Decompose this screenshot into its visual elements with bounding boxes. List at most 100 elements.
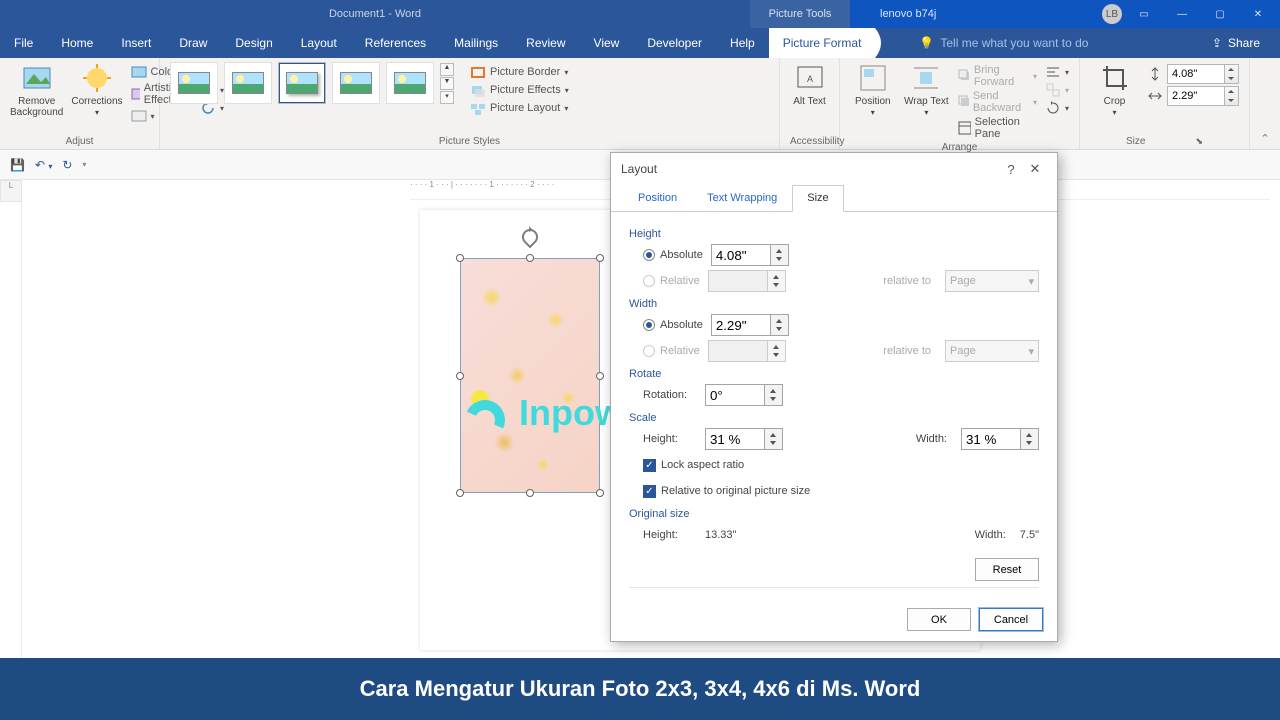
checkbox-checked-icon: ✓ (643, 459, 656, 472)
group-button[interactable]: ▾ (1045, 82, 1069, 98)
vertical-ruler[interactable] (0, 202, 22, 658)
picture-effects-button[interactable]: Picture Effects ▾ (470, 82, 569, 98)
rotation-input[interactable] (705, 384, 765, 406)
size-dialog-launcher-icon[interactable]: ⬊ (1195, 136, 1203, 147)
collapse-ribbon-icon[interactable]: ⌃ (1260, 132, 1269, 145)
alt-text-button[interactable]: A Alt Text (790, 62, 829, 107)
position-button[interactable]: Position▾ (850, 62, 896, 118)
resize-handle[interactable] (596, 254, 604, 262)
tab-help[interactable]: Help (716, 28, 769, 58)
spinner-icon[interactable] (771, 244, 789, 266)
tell-me-search[interactable]: 💡 Tell me what you want to do (919, 36, 1088, 50)
close-icon[interactable]: ✕ (1242, 0, 1274, 28)
width-relative-radio[interactable]: Relative (643, 345, 700, 357)
gallery-up-icon[interactable]: ▲ (440, 63, 454, 76)
remove-background-label: Remove Background (10, 96, 63, 118)
crop-button[interactable]: Crop▾ (1090, 62, 1139, 118)
scale-width-input[interactable] (961, 428, 1021, 450)
tab-draw[interactable]: Draw (165, 28, 221, 58)
style-option[interactable] (170, 62, 218, 104)
help-icon[interactable]: ? (999, 162, 1023, 177)
remove-background-button[interactable]: Remove Background (10, 62, 63, 118)
resize-handle[interactable] (456, 254, 464, 262)
spinner-icon[interactable] (765, 428, 783, 450)
spinner-icon[interactable] (765, 384, 783, 406)
spinner-icon[interactable] (1225, 86, 1239, 106)
rotate-button[interactable]: ▾ (1045, 100, 1069, 116)
close-icon[interactable]: ✕ (1023, 161, 1047, 177)
undo-icon[interactable]: ↶ ▾ (35, 158, 52, 172)
maximize-icon[interactable]: ▢ (1204, 0, 1236, 28)
resize-handle[interactable] (456, 489, 464, 497)
redo-icon[interactable]: ↻ (62, 158, 72, 172)
ribbon-options-icon[interactable]: ▭ (1128, 0, 1160, 28)
spinner-icon[interactable] (1225, 64, 1239, 84)
picture-layout-button[interactable]: Picture Layout ▾ (470, 100, 569, 116)
relative-original-checkbox[interactable]: ✓ Relative to original picture size (643, 485, 810, 498)
gallery-more-icon[interactable]: ▾ (440, 91, 454, 104)
dialog-tab-size[interactable]: Size (792, 185, 843, 212)
picture-styles-gallery[interactable]: ▲ ▼ ▾ (170, 62, 454, 104)
corrections-button[interactable]: Corrections▾ (71, 62, 122, 118)
width-absolute-radio[interactable]: Absolute (643, 319, 703, 331)
send-backward-button[interactable]: Send Backward ▾ (957, 90, 1037, 114)
spinner-icon[interactable] (1021, 428, 1039, 450)
picture-border-button[interactable]: Picture Border ▾ (470, 64, 569, 80)
tab-layout[interactable]: Layout (287, 28, 351, 58)
selected-picture[interactable] (460, 258, 600, 493)
alt-text-label: Alt Text (793, 96, 826, 107)
width-relative-input (708, 340, 768, 362)
height-input-row (1147, 64, 1239, 84)
scale-height-label: Height: (643, 433, 697, 445)
cancel-button[interactable]: Cancel (979, 608, 1043, 631)
reset-button[interactable]: Reset (975, 558, 1039, 581)
selection-pane-button[interactable]: Selection Pane (957, 116, 1037, 140)
style-option-selected[interactable] (278, 62, 326, 104)
tab-home[interactable]: Home (47, 28, 107, 58)
corrections-label: Corrections (71, 96, 122, 107)
width-absolute-input[interactable] (711, 314, 771, 336)
style-option[interactable] (332, 62, 380, 104)
tab-picture-format[interactable]: Picture Format (769, 28, 876, 58)
dialog-tab-wrapping[interactable]: Text Wrapping (692, 185, 792, 211)
share-button[interactable]: ⇪ Share (1212, 36, 1280, 50)
original-width-label: Width: (975, 529, 1006, 541)
height-icon (1147, 66, 1163, 82)
ribbon-height-input[interactable] (1167, 64, 1225, 84)
tab-insert[interactable]: Insert (107, 28, 165, 58)
qat-customize-icon[interactable]: ▾ (82, 160, 86, 169)
ok-button[interactable]: OK (907, 608, 971, 631)
align-button[interactable]: ▾ (1045, 64, 1069, 80)
scale-height-input[interactable] (705, 428, 765, 450)
gallery-down-icon[interactable]: ▼ (440, 77, 454, 90)
height-relative-radio[interactable]: Relative (643, 275, 700, 287)
tab-references[interactable]: References (351, 28, 440, 58)
resize-handle[interactable] (456, 372, 464, 380)
resize-handle[interactable] (526, 254, 534, 262)
ribbon-width-input[interactable] (1167, 86, 1225, 106)
dialog-tab-position[interactable]: Position (623, 185, 692, 211)
height-absolute-radio[interactable]: Absolute (643, 249, 703, 261)
avatar[interactable]: LB (1102, 4, 1122, 24)
wrap-text-button[interactable]: Wrap Text▾ (904, 62, 950, 118)
tab-design[interactable]: Design (221, 28, 286, 58)
minimize-icon[interactable]: — (1166, 0, 1198, 28)
style-option[interactable] (386, 62, 434, 104)
spinner-icon (768, 270, 786, 292)
style-option[interactable] (224, 62, 272, 104)
lock-aspect-checkbox[interactable]: ✓ Lock aspect ratio (643, 459, 744, 472)
tab-developer[interactable]: Developer (633, 28, 716, 58)
tab-review[interactable]: Review (512, 28, 579, 58)
save-icon[interactable]: 💾 (10, 158, 25, 172)
resize-handle[interactable] (596, 489, 604, 497)
bring-forward-button[interactable]: Bring Forward ▾ (957, 64, 1037, 88)
spinner-icon[interactable] (771, 314, 789, 336)
tab-file[interactable]: File (0, 28, 47, 58)
tab-view[interactable]: View (580, 28, 634, 58)
tab-mailings[interactable]: Mailings (440, 28, 512, 58)
rotate-handle[interactable] (519, 226, 542, 249)
border-label: Picture Border (490, 66, 560, 78)
resize-handle[interactable] (526, 489, 534, 497)
resize-handle[interactable] (596, 372, 604, 380)
height-absolute-input[interactable] (711, 244, 771, 266)
